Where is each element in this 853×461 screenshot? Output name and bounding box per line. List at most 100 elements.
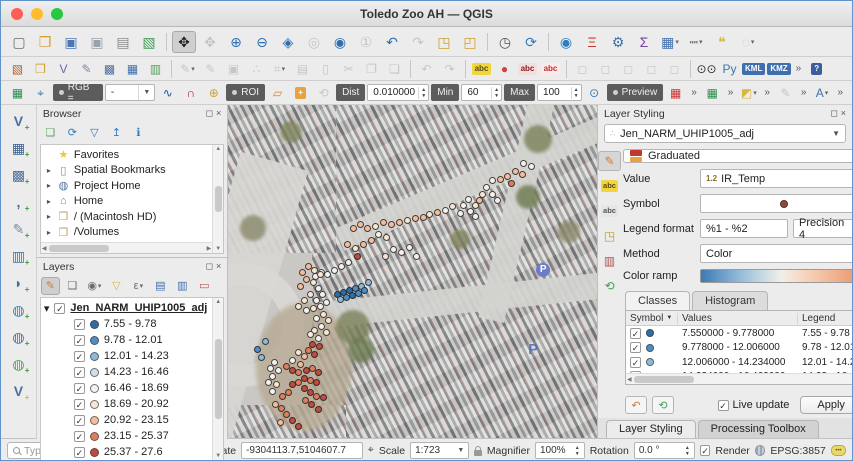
scp-min-spin[interactable]: 60▲▼	[461, 84, 502, 101]
layer-checkbox[interactable]: ✓	[54, 303, 65, 314]
add-delimited-text-button[interactable]: ,+	[5, 190, 31, 214]
filter-legend-button[interactable]: ▽	[107, 277, 126, 295]
browser-float-button[interactable]: ◻	[205, 108, 212, 119]
browser-refresh-button[interactable]: ⟳	[63, 124, 82, 142]
new-gpx-button[interactable]: ▦	[122, 59, 143, 79]
add-postgis-button[interactable]: ◗+	[5, 271, 31, 295]
classes-tab[interactable]: Classes	[625, 291, 690, 310]
scp-add-roi-button[interactable]: +	[290, 83, 311, 103]
scp-rgb-composite-button[interactable]: ▦	[665, 83, 686, 103]
layer-class-row[interactable]: ✓7.55 - 9.78	[44, 316, 223, 332]
expand-all-button[interactable]: ▤	[151, 277, 170, 295]
row-checkbox[interactable]: ✓	[630, 357, 641, 368]
python-console-button[interactable]: Py	[719, 59, 740, 79]
show-bookmarks-button[interactable]: ◰	[458, 31, 482, 53]
data-source-manager-button[interactable]: ▧	[7, 59, 28, 79]
browser-item--macintosh-hd-[interactable]: ▸❒/ (Macintosh HD)	[41, 209, 223, 225]
labeling-rule-button[interactable]: abc	[540, 59, 561, 79]
histogram-tab[interactable]: Histogram	[692, 291, 768, 310]
symbology-undo-button[interactable]: ↶	[625, 396, 647, 414]
open-layer-styling-button[interactable]: ✎	[41, 277, 60, 295]
add-wms-button[interactable]: ◍+	[5, 298, 31, 322]
spinner-arrows-icon[interactable]: ▲▼	[575, 445, 580, 457]
new-shapefile-dock-button[interactable]: V+	[5, 379, 31, 403]
symbology-redo-button[interactable]: ⟲	[652, 396, 674, 414]
browser-vertical-scrollbar[interactable]: ▲▼	[212, 145, 223, 253]
view-3d-tab[interactable]: ◳	[598, 226, 621, 246]
save-project-button[interactable]: ▣	[59, 31, 83, 53]
lock-scale-icon[interactable]	[474, 450, 482, 456]
symbol-button[interactable]	[700, 194, 852, 213]
mouse-position-toggle-icon[interactable]: ⌖	[368, 444, 374, 457]
new-virtual-layer-button[interactable]: ▥	[145, 59, 166, 79]
add-group-button[interactable]: ❏	[63, 277, 82, 295]
layer-class-row[interactable]: ✓18.69 - 20.92	[44, 396, 223, 412]
epsg-code[interactable]: EPSG:3857	[770, 445, 825, 457]
open-attribute-table-button[interactable]: ▦▾	[658, 31, 682, 53]
new-spatialite-button[interactable]: ✎	[76, 59, 97, 79]
new-shapefile-button[interactable]: V	[53, 59, 74, 79]
scp-scatter-plot-button[interactable]: ∩	[180, 83, 201, 103]
browser-properties-button[interactable]: ℹ	[129, 124, 148, 142]
rotation-spinner[interactable]: 0.0 °▲▼	[634, 442, 695, 459]
layers-close-button[interactable]: ×	[216, 261, 221, 272]
precision-spinner[interactable]: Precision 4▲▼	[793, 219, 852, 238]
browser-horizontal-scrollbar[interactable]: ◀▶	[41, 242, 212, 253]
magnifier-spinner[interactable]: 100%▲▼	[535, 442, 585, 459]
class-checkbox[interactable]: ✓	[74, 319, 85, 330]
render-checkbox[interactable]: ✓	[700, 445, 711, 456]
class-checkbox[interactable]: ✓	[74, 415, 85, 426]
labeling-single-button[interactable]: abc	[517, 59, 538, 79]
values-column-header[interactable]: Values	[678, 313, 798, 324]
filter-expression-button[interactable]: ε▾	[129, 277, 148, 295]
scale-combo[interactable]: 1:723▼	[410, 442, 469, 459]
select-features-toolbar-button[interactable]: ◩▾	[738, 83, 759, 103]
add-raster-layer-button[interactable]: ▦+	[5, 136, 31, 160]
classes-table-row[interactable]: ✓12.006000 - 14.23400012.01 - 14.23	[626, 355, 852, 370]
styling-close-button[interactable]: ×	[841, 108, 846, 119]
save-project-as-button[interactable]: ▣	[85, 31, 109, 53]
browser-filter-button[interactable]: ▽	[85, 124, 104, 142]
remove-layer-button[interactable]: ▭	[195, 277, 214, 295]
row-checkbox[interactable]: ✓	[630, 328, 641, 339]
scp-bandset-button[interactable]: ▦	[7, 83, 28, 103]
add-wfs-button[interactable]: ◍+	[5, 352, 31, 376]
live-update-checkbox[interactable]: ✓	[718, 400, 729, 411]
renderer-combo[interactable]: Graduated	[623, 149, 852, 163]
apply-button[interactable]: Apply	[800, 396, 852, 414]
new-geopackage-button[interactable]: ❒	[30, 59, 51, 79]
new-mesh-button[interactable]: ▩	[99, 59, 120, 79]
class-checkbox[interactable]: ✓	[74, 367, 85, 378]
show-sum-button[interactable]: Σ	[632, 31, 656, 53]
row-checkbox[interactable]: ✓	[630, 342, 641, 353]
browser-item-home[interactable]: ▸⌂Home	[41, 194, 223, 210]
nominatim-search-button[interactable]: ⊙⊙	[696, 59, 717, 79]
class-checkbox[interactable]: ✓	[74, 399, 85, 410]
classes-horizontal-scrollbar[interactable]: ◀▶	[626, 373, 852, 384]
browser-item-favorites[interactable]: ★Favorites	[41, 147, 223, 163]
open-project-button[interactable]: ❒	[33, 31, 57, 53]
scp-dist-spin[interactable]: 0.010000▲▼	[367, 84, 429, 101]
new-bookmark-button[interactable]: ◳	[432, 31, 456, 53]
add-virtual-layer-button[interactable]: ▥+	[5, 244, 31, 268]
layer-class-row[interactable]: ✓14.23 - 16.46	[44, 364, 223, 380]
zoom-last-button[interactable]: ↶	[380, 31, 404, 53]
toolbar-overflow-button[interactable]: »	[688, 87, 700, 98]
measure-button[interactable]: ┉▾	[684, 31, 708, 53]
masks-tab[interactable]: abc	[598, 201, 621, 221]
layer-diagram-button[interactable]: ●	[494, 59, 515, 79]
collapse-all-button[interactable]: ▥	[173, 277, 192, 295]
legend-column-header[interactable]: Legend	[798, 313, 852, 324]
symbol-column-header[interactable]: Symbol▼	[626, 313, 678, 324]
browser-item-spatial-bookmarks[interactable]: ▸▯Spatial Bookmarks	[41, 163, 223, 179]
zoom-out-button[interactable]: ⊖	[250, 31, 274, 53]
layer-class-row[interactable]: ✓20.92 - 23.15	[44, 412, 223, 428]
class-checkbox[interactable]: ✓	[74, 335, 85, 346]
toolbar-overflow-button[interactable]: »	[793, 63, 805, 74]
add-wcs-button[interactable]: ◍+	[5, 325, 31, 349]
scp-polygon-roi-button[interactable]: ▱	[267, 83, 288, 103]
help-button[interactable]: ?	[806, 59, 827, 79]
browser-item-project-home[interactable]: ▸◍Project Home	[41, 178, 223, 194]
scp-spectral-plot-button[interactable]: ∿	[157, 83, 178, 103]
tab-layer-styling[interactable]: Layer Styling	[606, 420, 696, 438]
